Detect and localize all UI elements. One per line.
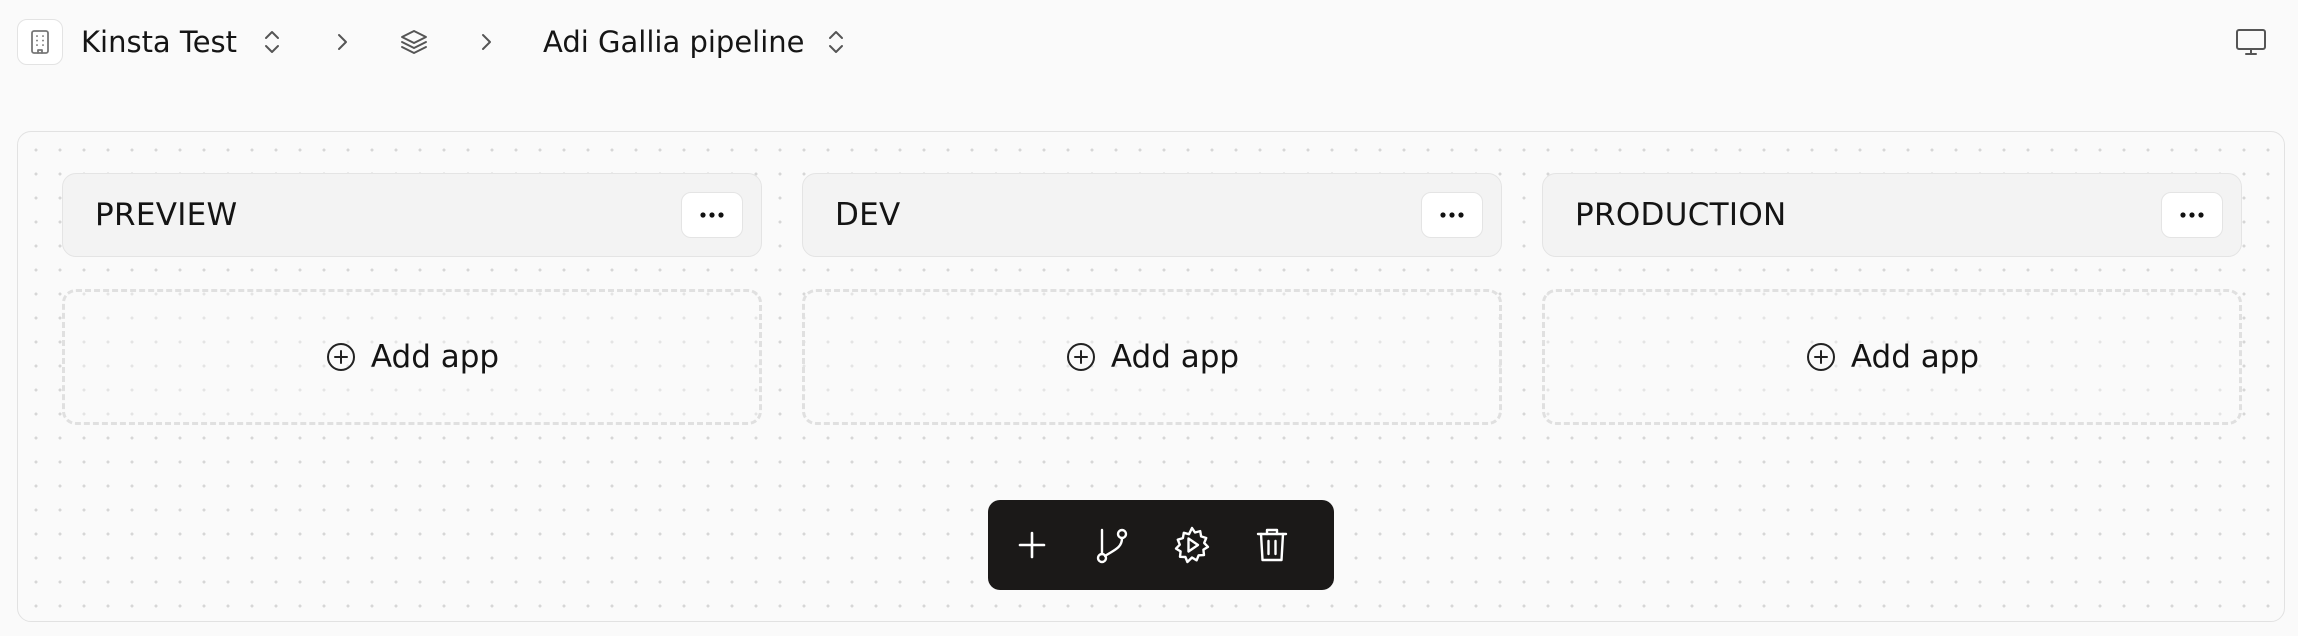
breadcrumb-separator	[479, 31, 493, 53]
pipeline-canvas: PREVIEW Add app DEV Add app PRODUCTION A…	[17, 131, 2285, 622]
more-horizontal-icon	[700, 212, 724, 218]
add-app-label: Add app	[1850, 339, 1980, 375]
org-name[interactable]: Kinsta Test	[81, 25, 237, 59]
monitor-icon	[2236, 29, 2266, 55]
chevron-right-icon	[482, 34, 492, 50]
breadcrumb-separator	[335, 31, 349, 53]
add-app-label: Add app	[370, 339, 500, 375]
plus-circle-icon	[1806, 343, 1835, 371]
display-mode-button[interactable]	[2234, 25, 2268, 59]
more-horizontal-icon	[2180, 212, 2204, 218]
chevron-right-icon	[338, 34, 348, 50]
org-switcher-button[interactable]	[261, 27, 283, 57]
layers-icon	[401, 30, 427, 54]
top-bar: Kinsta Test Adi Gallia pipeline	[0, 0, 2298, 84]
pipeline-name[interactable]: Adi Gallia pipeline	[543, 25, 804, 59]
add-stage-button[interactable]	[1008, 521, 1056, 569]
stage-header-preview: PREVIEW	[62, 173, 762, 257]
trash-icon	[1256, 528, 1288, 562]
add-app-button[interactable]: Add app	[802, 289, 1502, 425]
stage-title: DEV	[835, 197, 901, 233]
stage-title: PREVIEW	[95, 197, 238, 233]
add-app-button[interactable]: Add app	[62, 289, 762, 425]
chevrons-up-down-icon	[828, 31, 843, 53]
plus-icon	[1018, 531, 1046, 559]
pipelines-link[interactable]	[399, 28, 429, 56]
delete-pipeline-button[interactable]	[1248, 521, 1296, 569]
stage-title: PRODUCTION	[1575, 197, 1787, 233]
add-app-label: Add app	[1110, 339, 1240, 375]
plus-circle-icon	[326, 343, 355, 371]
stage-header-dev: DEV	[802, 173, 1502, 257]
stage-header-production: PRODUCTION	[1542, 173, 2242, 257]
branch-button[interactable]	[1088, 521, 1136, 569]
org-avatar-button[interactable]	[17, 19, 63, 65]
pipeline-switcher-button[interactable]	[825, 27, 847, 57]
run-settings-button[interactable]	[1168, 521, 1216, 569]
plus-circle-icon	[1066, 343, 1095, 371]
git-branch-icon	[1096, 528, 1128, 564]
stage-options-button[interactable]	[1421, 192, 1483, 238]
stage-options-button[interactable]	[681, 192, 743, 238]
pipeline-toolbar	[988, 500, 1334, 590]
chevrons-up-down-icon	[265, 31, 280, 53]
add-app-button[interactable]: Add app	[1542, 289, 2242, 425]
building-icon	[31, 30, 49, 54]
gear-play-icon	[1174, 526, 1210, 564]
stage-options-button[interactable]	[2161, 192, 2223, 238]
more-horizontal-icon	[1440, 212, 1464, 218]
